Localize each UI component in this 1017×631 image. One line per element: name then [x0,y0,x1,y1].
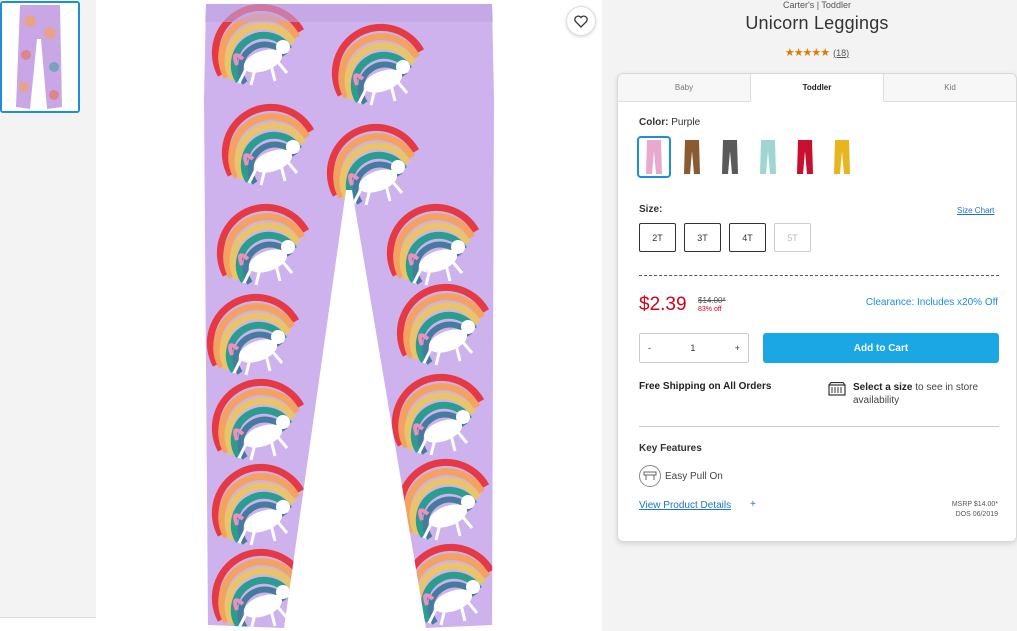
swatch-legging-icon [797,140,813,174]
legging-illustration [96,0,602,631]
store-availability-bold: Select a size [853,382,913,393]
main-product-image [96,0,602,631]
original-price: $14.00* [698,296,726,305]
quantity-value[interactable]: 1 [690,343,695,353]
color-swatch-brown[interactable] [675,136,709,178]
tab-baby[interactable]: Baby [618,74,751,101]
product-title: Unicorn Leggings [745,13,889,33]
color-swatch-yellow[interactable] [825,136,859,178]
view-product-details-link[interactable]: View Product Details [639,500,731,511]
quantity-decrease-button[interactable]: - [648,343,651,353]
feature-easy-pull-on: Easy Pull On [665,471,723,482]
easy-pull-on-icon [639,465,661,487]
thumbnail-legging-image [2,3,78,111]
thumbnail-column [0,0,96,631]
sale-price: $2.39 [639,294,687,315]
key-features-heading: Key Features [639,443,702,454]
clearance-note: Clearance: Includes x20% Off [865,297,998,308]
msrp-info: MSRP $14.00* DOS 06/2019 [952,500,998,520]
product-options-card: Baby Toddler Kid Color: Purple Size: Siz… [617,73,1017,542]
swatch-legging-icon [722,140,738,174]
tab-toddler[interactable]: Toddler [751,74,884,102]
age-tabs: Baby Toddler Kid [618,74,1016,102]
swatch-legging-icon [834,140,850,174]
add-to-cart-button[interactable]: Add to Cart [763,333,999,363]
color-label-title: Color: [639,117,669,128]
size-label-title: Size: [639,204,663,215]
color-swatch-purple[interactable] [637,136,671,178]
store-icon [828,382,846,396]
color-value: Purple [671,117,701,128]
heart-icon [574,14,588,28]
details-plus-icon[interactable]: + [750,499,756,510]
swatch-legging-icon [646,140,662,174]
size-option-3t[interactable]: 3T [684,223,721,252]
size-chart-link[interactable]: Size Chart [957,206,994,215]
percent-off: 83% off [698,306,722,313]
star-rating-icon: ★★★★★ [784,47,830,59]
rating: ★★★★★ (18) [617,46,1017,59]
review-count-link[interactable]: (18) [833,48,849,58]
color-swatch-mint[interactable] [751,136,785,178]
size-option-2t[interactable]: 2T [639,223,676,252]
color-label: Color: Purple [639,117,700,128]
swatch-legging-icon [684,140,700,174]
store-availability-text: Select a size to see in store availabili… [853,381,1003,407]
favorite-button[interactable] [566,6,596,36]
product-page: Carter's | Toddler Unicorn Leggings ★★★★… [0,0,1017,631]
color-swatch-gray[interactable] [713,136,747,178]
size-label: Size: [639,204,662,215]
quantity-increase-button[interactable]: + [735,343,740,353]
product-thumbnail[interactable] [0,1,80,113]
tab-kid[interactable]: Kid [884,74,1016,101]
price-divider [639,275,999,276]
swatch-legging-icon [760,140,776,174]
msrp-price: MSRP $14.00* [951,501,998,508]
size-option-5t[interactable]: 5T [774,223,811,252]
size-option-4t[interactable]: 4T [729,223,766,252]
free-shipping-text: Free Shipping on All Orders [639,381,772,392]
color-swatch-red[interactable] [788,136,822,178]
msrp-date: DOS 06/2019 [955,511,998,518]
brand-label[interactable]: Carter's | Toddler [617,0,1017,10]
waistband-icon [643,471,657,480]
features-divider [639,426,999,427]
quantity-stepper[interactable]: - 1 + [639,333,749,363]
